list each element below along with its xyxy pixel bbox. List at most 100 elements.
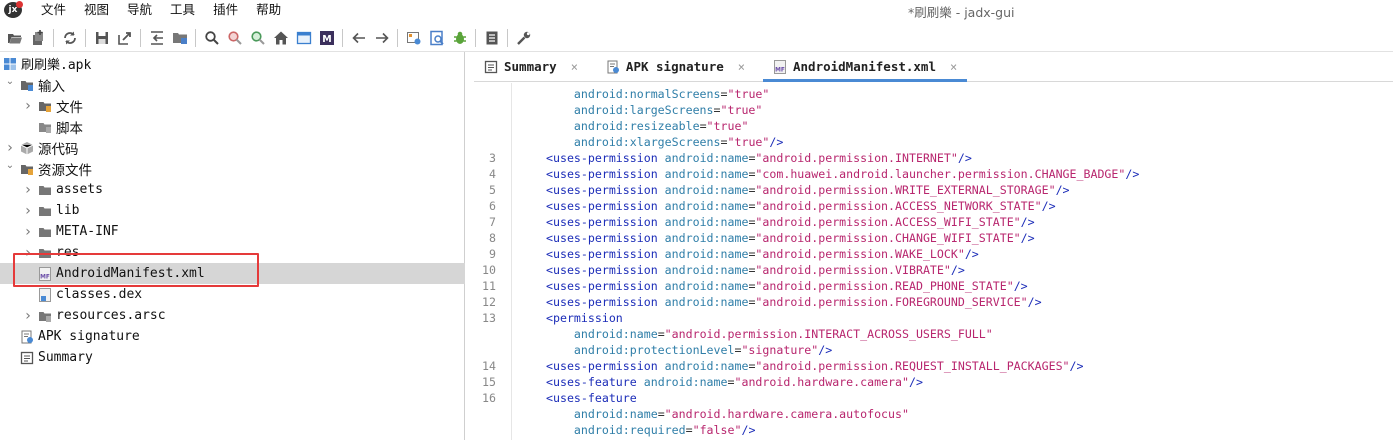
code-token-attr: android:name	[664, 263, 749, 277]
tree-item[interactable]: Summary	[0, 347, 465, 368]
tab-summary[interactable]: Summary ×	[474, 52, 588, 81]
log-viewer-button[interactable]	[404, 28, 424, 48]
add-files-icon	[32, 29, 43, 45]
code-token-str: "com.huawei.android.launcher.permission.…	[755, 167, 1126, 181]
menu-view[interactable]: 视图	[75, 0, 118, 20]
close-icon[interactable]: ×	[571, 60, 578, 74]
tree-item-label: 文件	[56, 99, 83, 116]
sync-icon	[63, 31, 76, 44]
tree-item[interactable]: › resources.arsc	[0, 305, 465, 326]
tree-item[interactable]: › res	[0, 242, 465, 263]
flatten-packages-button[interactable]	[147, 28, 167, 48]
menu-navigation[interactable]: 导航	[118, 0, 161, 20]
menu-tools[interactable]: 工具	[161, 0, 204, 20]
tab-apk-signature[interactable]: APK signature ×	[596, 52, 755, 81]
svg-text:M: M	[322, 34, 331, 45]
code-token-tag: />	[1020, 231, 1035, 245]
tree-item-label: 源代码	[38, 141, 79, 158]
code-line: android:xlargeScreens="true"/>	[474, 134, 1393, 150]
chevron-down-icon[interactable]: ⌄	[4, 76, 16, 88]
code-line: 10 <uses-permission android:name="android…	[474, 262, 1393, 278]
chevron-right-icon[interactable]: ›	[22, 245, 34, 261]
code-token-tag: />	[1041, 199, 1056, 213]
code-token-attr: android:name	[664, 295, 749, 309]
jadx-app-icon: jx	[4, 1, 23, 18]
chevron-right-icon[interactable]: ›	[22, 182, 34, 198]
code-token-tag: />	[741, 423, 756, 437]
code-text: <uses-permission android:name="android.p…	[546, 294, 1042, 310]
tree-item[interactable]: › META-INF	[0, 221, 465, 242]
tree-item[interactable]: › 源代码	[0, 137, 465, 158]
code-token-attr: android:name	[664, 247, 749, 261]
close-icon[interactable]: ×	[738, 60, 745, 74]
menu-file[interactable]: 文件	[32, 0, 75, 20]
code-token-tag: />	[818, 343, 833, 357]
code-token-str: "android.hardware.camera"	[734, 375, 909, 389]
find-class-button[interactable]	[225, 28, 245, 48]
find-usage-button[interactable]	[248, 28, 268, 48]
tree-item-label: 资源文件	[38, 162, 92, 179]
preferences-button[interactable]	[514, 28, 534, 48]
code-token-plain: =	[720, 135, 728, 149]
code-token-attr: android:resizeable	[573, 119, 700, 133]
save-all-button[interactable]	[92, 28, 112, 48]
export-button[interactable]	[115, 28, 135, 48]
smali-button[interactable]: M	[317, 28, 337, 48]
search-button[interactable]	[202, 28, 222, 48]
code-token-attr: android:name	[664, 279, 749, 293]
tab-androidmanifest-xml[interactable]: MF AndroidManifest.xml ×	[763, 52, 968, 82]
quark-button[interactable]	[427, 28, 447, 48]
menu-plugins[interactable]: 插件	[204, 0, 247, 20]
tree-item[interactable]: classes.dex	[0, 284, 465, 305]
chevron-right-icon[interactable]: ›	[22, 203, 34, 219]
menu-help[interactable]: 帮助	[247, 0, 290, 20]
chevron-right-icon[interactable]: ›	[4, 140, 16, 156]
chevron-right-icon[interactable]: ›	[22, 98, 34, 114]
tree-item[interactable]: APK signature	[0, 326, 465, 347]
code-token-tag: />	[1069, 359, 1084, 373]
window-icon	[296, 31, 311, 44]
code-token-tag: <uses-permission	[546, 279, 665, 293]
tree-item[interactable]: 刷刷樂.apk	[0, 53, 465, 74]
tree-item[interactable]: › assets	[0, 179, 465, 200]
code-token-str: "true"	[727, 135, 770, 149]
chevron-right-icon[interactable]: ›	[22, 308, 34, 324]
code-editor[interactable]: android:normalScreens="true" android:lar…	[474, 83, 1393, 440]
forward-button[interactable]	[372, 28, 392, 48]
show-log-button[interactable]	[482, 28, 502, 48]
chevron-down-icon[interactable]: ⌄	[4, 160, 16, 172]
decompile-window-button[interactable]	[294, 28, 314, 48]
debug-button[interactable]	[450, 28, 470, 48]
quark-icon	[429, 30, 444, 45]
code-token-tag: />	[1027, 295, 1042, 309]
sync-button[interactable]	[60, 28, 80, 48]
toolbar-separator	[140, 28, 141, 47]
packages-button[interactable]	[170, 28, 190, 48]
tree-item[interactable]: 脚本	[0, 116, 465, 137]
menubar: jx 文件 视图 导航 工具 插件 帮助 *刷刷樂 - jadx-gui	[0, 0, 1393, 20]
code-line: 8 <uses-permission android:name="android.…	[474, 230, 1393, 246]
tree-item[interactable]: ⌄ 资源文件	[0, 158, 465, 179]
chevron-right-icon[interactable]: ›	[22, 224, 34, 240]
code-token-tag: <uses-permission	[546, 247, 665, 261]
tree-item-label: assets	[56, 182, 103, 197]
close-icon[interactable]: ×	[950, 60, 957, 74]
tree-item-label: 输入	[38, 78, 65, 95]
tree-item[interactable]: ⌄ 输入	[0, 74, 465, 95]
toolbar-separator	[53, 28, 54, 47]
input-folder-icon	[20, 78, 34, 92]
tree-item[interactable]: › lib	[0, 200, 465, 221]
back-button[interactable]	[349, 28, 369, 48]
code-token-tag: />	[1013, 279, 1028, 293]
tree-item[interactable]: MF AndroidManifest.xml	[0, 263, 465, 284]
summary-icon	[484, 60, 498, 74]
tree-item[interactable]: › 文件	[0, 95, 465, 116]
open-file-button[interactable]	[5, 28, 25, 48]
add-files-button[interactable]	[28, 28, 48, 48]
tree-item-label: lib	[56, 203, 80, 218]
apk-icon	[3, 57, 17, 71]
code-text: <uses-permission android:name="android.p…	[546, 198, 1056, 214]
home-button[interactable]	[271, 28, 291, 48]
code-token-str: "android.permission.INTERACT_ACROSS_USER…	[664, 327, 993, 341]
